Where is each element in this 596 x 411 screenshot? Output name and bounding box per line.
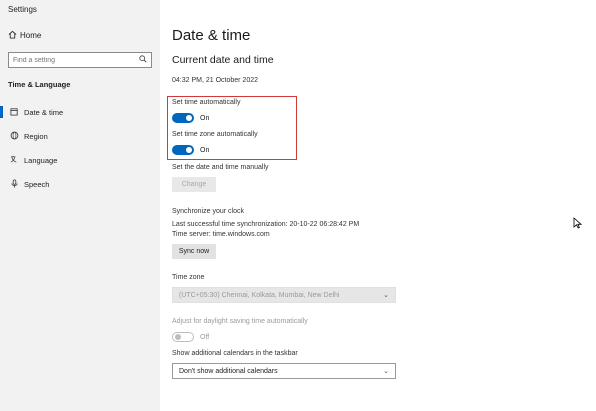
calendars-value: Don't show additional calendars xyxy=(179,367,278,375)
sidebar-item-date-time[interactable]: Date & time xyxy=(0,102,160,122)
microphone-icon xyxy=(10,178,24,190)
set-tz-auto-label: Set time zone automatically xyxy=(172,131,258,138)
sidebar-item-label: Date & time xyxy=(24,107,64,117)
time-server-text: Time server: time.windows.com xyxy=(172,231,270,238)
mouse-cursor-icon xyxy=(573,216,583,234)
sidebar-item-label: Speech xyxy=(24,179,50,189)
sidebar-item-label: Language xyxy=(24,155,58,165)
timezone-label: Time zone xyxy=(172,274,205,281)
search-icon[interactable] xyxy=(139,55,147,65)
current-date-value: 04:32 PM, 21 October 2022 xyxy=(172,77,258,84)
selection-indicator xyxy=(0,106,3,118)
sidebar: Settings Home Time & Language Date & tim… xyxy=(0,0,160,411)
home-nav-item[interactable]: Home xyxy=(8,30,41,41)
chevron-down-icon: ⌄ xyxy=(383,292,389,299)
main-content: Date & time Current date and time 04:32 … xyxy=(167,0,592,411)
page-title: Date & time xyxy=(172,27,251,44)
current-date-heading: Current date and time xyxy=(172,54,274,66)
sync-heading: Synchronize your clock xyxy=(172,208,244,215)
dst-toggle[interactable] xyxy=(172,332,194,342)
set-time-auto-label: Set time automatically xyxy=(172,99,241,106)
sidebar-item-region[interactable]: Region xyxy=(0,126,160,146)
set-time-auto-toggle[interactable] xyxy=(172,113,194,123)
calendars-label: Show additional calendars in the taskbar xyxy=(172,350,298,357)
window-title: Settings xyxy=(8,5,37,14)
set-tz-auto-state: On xyxy=(200,146,210,154)
search-input[interactable] xyxy=(13,56,133,64)
last-sync-text: Last successful time synchronization: 20… xyxy=(172,221,360,228)
dst-label: Adjust for daylight saving time automati… xyxy=(172,318,308,325)
set-time-auto-state: On xyxy=(200,114,210,122)
timezone-select[interactable]: (UTC+05:30) Chennai, Kolkata, Mumbai, Ne… xyxy=(172,287,396,303)
section-label: Time & Language xyxy=(8,80,71,89)
timezone-value: (UTC+05:30) Chennai, Kolkata, Mumbai, Ne… xyxy=(179,291,340,299)
chevron-down-icon: ⌄ xyxy=(383,368,389,375)
sidebar-item-language[interactable]: Language xyxy=(0,150,160,170)
set-time-auto-row: On xyxy=(172,113,209,123)
set-tz-auto-toggle[interactable] xyxy=(172,145,194,155)
dst-row: Off xyxy=(172,332,209,342)
language-icon xyxy=(10,155,24,166)
change-button[interactable]: Change xyxy=(172,177,216,192)
home-icon xyxy=(8,30,20,41)
globe-icon xyxy=(10,131,24,142)
sidebar-item-speech[interactable]: Speech xyxy=(0,174,160,194)
dst-state: Off xyxy=(200,333,210,341)
manual-label: Set the date and time manually xyxy=(172,164,269,171)
home-label: Home xyxy=(20,31,42,40)
calendar-clock-icon xyxy=(10,107,24,118)
sync-now-button[interactable]: Sync now xyxy=(172,244,216,259)
search-box[interactable] xyxy=(8,52,152,68)
calendars-select[interactable]: Don't show additional calendars ⌄ xyxy=(172,363,396,379)
set-tz-auto-row: On xyxy=(172,145,209,155)
sidebar-item-label: Region xyxy=(24,131,48,141)
